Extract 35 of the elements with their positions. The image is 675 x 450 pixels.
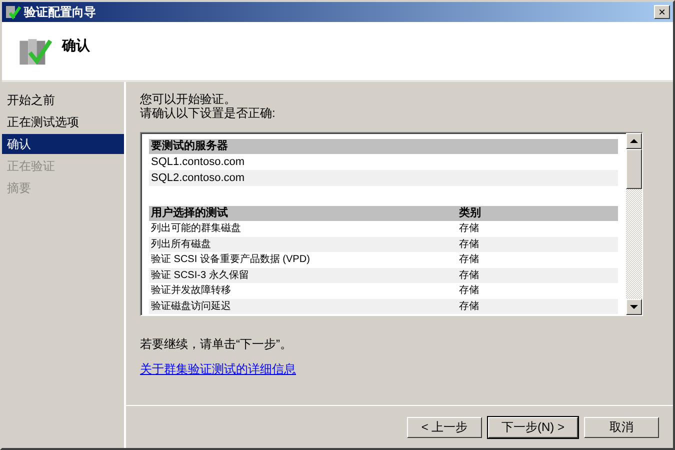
- table-cell-text: 存储: [459, 252, 480, 267]
- wizard-button[interactable]: 取消: [584, 416, 659, 438]
- page-title: 确认: [62, 37, 90, 55]
- table-cell-text: SQL1.contoso.com: [150, 155, 246, 170]
- table-cell-text: 验证磁盘访问延迟: [151, 300, 232, 314]
- table-cell-text: 验证 SCSI-3 永久保留: [151, 268, 250, 282]
- instruction-text: 您可以开始验证。: [140, 92, 237, 106]
- instruction-text: 请确认以下设置是否正确:: [140, 106, 276, 120]
- down-arrow-icon[interactable]: [630, 305, 638, 309]
- details-link[interactable]: 关于群集验证测试的详细信息: [140, 361, 296, 378]
- scrollbar-thumb[interactable]: [626, 149, 642, 189]
- wizard-button[interactable]: < 上一步: [407, 416, 482, 438]
- table-cell-text: 验证 SCSI 设备重要产品数据 (VPD): [151, 252, 311, 267]
- table-cell-text: 列出所有磁盘: [151, 238, 212, 252]
- continue-text: 若要继续，请单击“下一步”。: [140, 336, 293, 353]
- table-cell-text: 存储: [459, 238, 480, 252]
- wizard-button[interactable]: 下一步(N) >: [488, 416, 578, 438]
- column-header: 类别: [459, 206, 482, 221]
- server-check-icon: [5, 4, 21, 20]
- table-cell-text: 验证并发故障转移: [151, 284, 232, 298]
- sidebar-item[interactable]: 开始之前: [2, 90, 124, 110]
- window-title: 验证配置向导: [24, 4, 97, 20]
- table-cell-text: 存储: [459, 222, 480, 236]
- table-cell-text: 列出可能的群集磁盘: [151, 222, 242, 236]
- table-cell-text: 存储: [459, 268, 480, 282]
- close-button[interactable]: ×: [654, 5, 670, 19]
- table-cell-text: 存储: [459, 300, 480, 314]
- table-cell-text: 存储: [459, 284, 480, 298]
- scrollbar[interactable]: [626, 133, 642, 315]
- table-cell: SQL2.contoso.com: [149, 170, 618, 186]
- column-header: 用户选择的测试: [151, 206, 229, 221]
- table-header: 要测试的服务器: [149, 139, 618, 154]
- up-arrow-icon[interactable]: [630, 139, 638, 143]
- sidebar-item[interactable]: 正在测试选项: [2, 112, 124, 132]
- sidebar-item[interactable]: 确认: [2, 134, 124, 154]
